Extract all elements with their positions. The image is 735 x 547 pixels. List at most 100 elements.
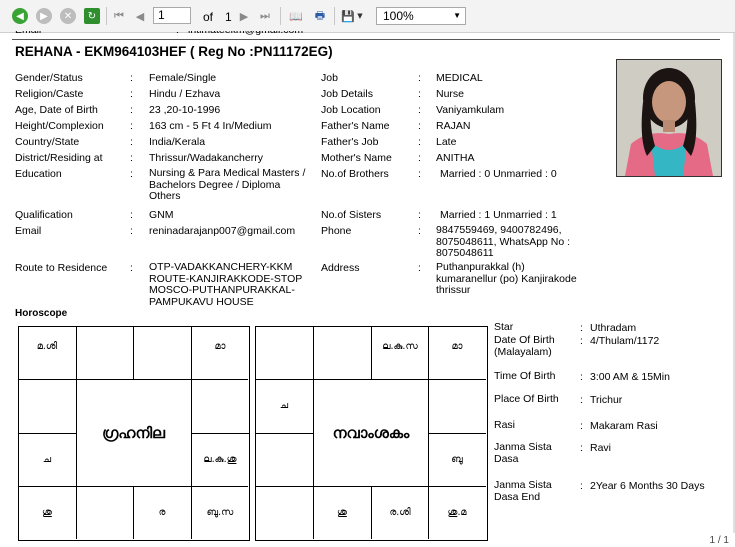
field-label: District/Residing at	[15, 152, 103, 164]
field-colon: :	[418, 168, 421, 180]
field-colon: :	[418, 88, 421, 100]
star-field-label: Star	[494, 321, 514, 333]
field-label: No.of Brothers	[321, 168, 389, 180]
navamsakam-cell: ബു	[451, 454, 463, 465]
toolbar-separator	[106, 7, 107, 25]
total-pages: 1	[225, 10, 232, 24]
print-layout-icon[interactable]: 🖶	[312, 8, 328, 24]
grahanila-cell: ച	[42, 454, 52, 465]
profile-photo-image	[617, 60, 721, 176]
field-value: Married : 0 Unmarried : 0	[440, 168, 557, 180]
page-indicator: 1 / 1	[709, 535, 729, 546]
field-label: Age, Date of Birth	[15, 104, 98, 116]
field-label: Route to Residence	[15, 262, 108, 274]
field-value: OTP-VADAKKANCHERY-KKM ROUTE-KANJIRAKKODE…	[149, 261, 303, 308]
grahanila-grid-line	[133, 326, 134, 379]
field-value: Married : 1 Unmarried : 1	[440, 209, 557, 221]
last-page-icon[interactable]: ⏭	[258, 8, 272, 24]
navamsakam-cell: ച	[279, 400, 289, 411]
field-label: Father's Name	[321, 120, 390, 132]
forward-icon[interactable]: ▶	[36, 8, 52, 24]
navamsakam-cell: മാ	[451, 340, 463, 352]
field-label: Height/Complexion	[15, 120, 104, 132]
star-field-value: Makaram Rasi	[590, 420, 658, 432]
field-colon: :	[130, 168, 133, 180]
star-field-value: Ravi	[590, 442, 612, 454]
field-value: ANITHA	[436, 152, 475, 164]
field-label: Mother's Name	[321, 152, 392, 164]
star-field-colon: :	[580, 442, 583, 454]
navamsakam-title: നവാംശകം	[332, 423, 410, 442]
star-field-label: Rasi	[494, 419, 516, 431]
navamsakam-cell: ശു.മ	[447, 507, 467, 518]
field-value: GNM	[149, 209, 174, 221]
field-colon: :	[418, 225, 421, 237]
next-page-icon[interactable]: ▶	[237, 8, 251, 24]
profile-photo	[616, 59, 722, 177]
field-label: No.of Sisters	[321, 209, 382, 221]
star-field-label: Janma Sista Dasa End	[494, 479, 552, 503]
field-label: Country/State	[15, 136, 80, 148]
star-field-label: Janma Sista Dasa	[494, 441, 552, 465]
star-field-value: Trichur	[590, 394, 623, 406]
star-field-colon: :	[580, 480, 583, 492]
star-field-value: Uthradam	[590, 322, 637, 334]
current-page-input[interactable]: 1	[153, 7, 191, 24]
field-colon: :	[130, 72, 133, 84]
field-label: Email	[15, 225, 42, 237]
field-colon: :	[130, 120, 133, 132]
grahanila-cell: മ.ശി	[36, 340, 58, 352]
field-label: Phone	[321, 225, 352, 237]
field-value: RAJAN	[436, 120, 471, 132]
field-colon: :	[418, 152, 421, 164]
navamsakam-cell: ശു	[337, 507, 347, 518]
field-value: 9847559469, 9400782496, 8075048611, What…	[436, 224, 571, 259]
star-field-value: 3:00 AM & 15Min	[590, 371, 670, 383]
field-label: Job Location	[321, 104, 381, 116]
stop-icon[interactable]: ✕	[60, 8, 76, 24]
profile-title: REHANA - EKM964103HEF ( Reg No :PN11172E…	[15, 44, 333, 59]
field-colon: :	[418, 262, 421, 274]
field-colon: :	[130, 225, 133, 237]
grahanila-cell: ശു	[42, 507, 52, 518]
grahanila-cell: മാ	[214, 340, 226, 352]
back-icon[interactable]: ◀	[12, 8, 28, 24]
field-value: Vaniyamkulam	[436, 104, 505, 116]
horoscope-heading: Horoscope	[15, 308, 68, 319]
chevron-down-icon: ▼	[453, 11, 461, 20]
save-export-icon[interactable]: 💾	[340, 8, 356, 24]
field-colon: :	[130, 88, 133, 100]
field-colon: :	[418, 72, 421, 84]
chevron-down-icon[interactable]: ▼	[356, 8, 364, 24]
field-value: India/Kerala	[149, 136, 206, 148]
star-field-colon: :	[580, 322, 583, 334]
field-label: Qualification	[15, 209, 73, 221]
field-colon: :	[130, 104, 133, 116]
field-value: Hindu / Ezhava	[149, 88, 221, 100]
field-colon: :	[418, 136, 421, 148]
toolbar-separator	[280, 7, 281, 25]
of-label: of	[203, 10, 214, 24]
zoom-value: 100%	[383, 9, 414, 23]
navamsakam-cell: ര.ശി	[389, 507, 411, 518]
field-label: Father's Job	[321, 136, 379, 148]
star-field-label: Place Of Birth	[494, 393, 559, 405]
star-field-label: Date Of Birth (Malayalam)	[494, 334, 555, 358]
first-page-icon[interactable]: ⏮	[112, 8, 126, 24]
document-map-icon[interactable]: 📖	[288, 8, 304, 24]
field-value: 163 cm - 5 Ft 4 In/Medium	[149, 120, 272, 132]
star-field-label: Time Of Birth	[494, 370, 556, 382]
previous-page-icon[interactable]: ◀	[133, 8, 147, 24]
field-value: Female/Single	[149, 72, 217, 84]
report-toolbar: ◀ ▶ ✕ ↻ ⏮ ◀ 1 of 1 ▶ ⏭ 📖 🖶 💾 ▼ 100% ▼	[0, 0, 735, 33]
field-value: Late	[436, 136, 457, 148]
refresh-icon[interactable]: ↻	[84, 8, 100, 24]
star-field-colon: :	[580, 394, 583, 406]
star-field-colon: :	[580, 420, 583, 432]
navamsakam-grid-line	[255, 433, 313, 434]
star-field-value: 4/Thulam/1172	[590, 335, 660, 347]
zoom-select[interactable]: 100% ▼	[376, 7, 466, 25]
field-value: Nurse	[436, 88, 465, 100]
field-label: Gender/Status	[15, 72, 83, 84]
star-field-colon: :	[580, 335, 583, 347]
